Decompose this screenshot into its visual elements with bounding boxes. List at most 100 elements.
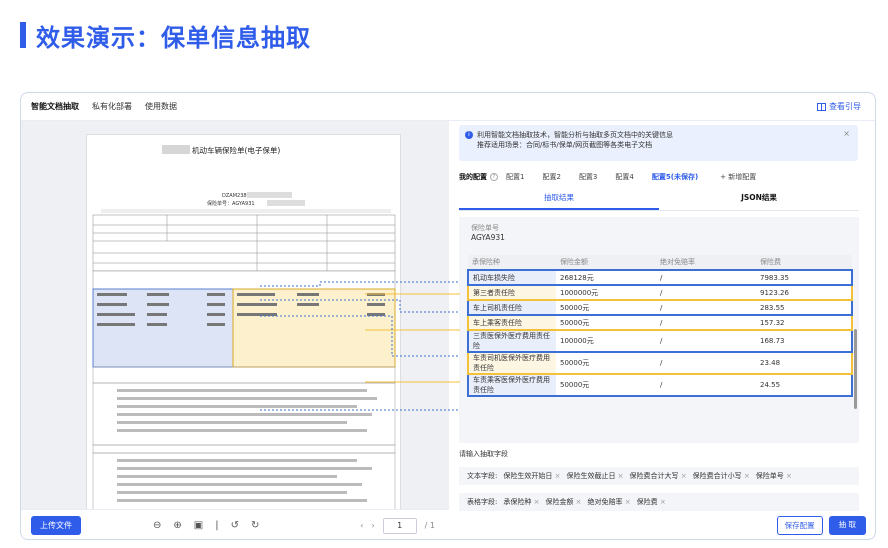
cell-amount: 100000元 — [556, 329, 656, 353]
tab-config-4[interactable]: 配置4 — [615, 172, 633, 182]
config-label: 我的配置 — [459, 173, 487, 181]
table-row: 车上乘客责任险 50000元 / 157.32 — [467, 314, 853, 331]
cell-kind: 车责乘客医保外医疗费用责任险 — [467, 373, 556, 397]
table-field-row: 表格字段: 承保险种 保险金额 绝对免赔率 保险费 — [459, 493, 859, 511]
header-accent-bar — [20, 22, 26, 48]
table-row: 三责医保外医疗费用责任险 100000元 / 168.73 — [467, 329, 853, 353]
table-row: 第三者责任险 1000000元 / 9123.26 — [467, 284, 853, 301]
page-total: / 1 — [424, 521, 435, 530]
cell-amount: 50000元 — [556, 373, 656, 397]
info-line-2: 推荐适用场景：合同/标书/保单/网页截图等各类电子文档 — [477, 141, 653, 149]
field-chip[interactable]: 承保险种 — [503, 497, 539, 507]
document-viewer: 机动车辆保险单(电子保单) DZAM2389 保险单号：AGYA931 上传文件… — [21, 121, 449, 539]
text-field-row: 文本字段: 保险生效开始日 保险生效截止日 保险费合计大写 保险费合计小写 保险… — [459, 467, 859, 485]
policy-no-label: 保险单号 — [471, 224, 499, 232]
tab-config-1[interactable]: 配置1 — [506, 172, 524, 182]
table-row: 车责乘客医保外医疗费用责任险 50000元 / 24.55 — [467, 373, 853, 397]
next-page-icon[interactable]: › — [371, 521, 374, 530]
extract-result-area: 保险单号 AGYA931 承保险种 保险金额 绝对免赔率 保险费 机动车损失险 … — [459, 217, 859, 443]
text-field-label: 文本字段: — [467, 472, 498, 480]
extract-button[interactable]: 抽 取 — [828, 516, 866, 535]
field-chip[interactable]: 保险费合计大写 — [630, 471, 687, 481]
tab-config-2[interactable]: 配置2 — [542, 172, 560, 182]
result-panel: i 利用智能文档抽取技术，智能分析与抽取多页文档中的关键信息 推荐适用场景：合同… — [455, 121, 875, 539]
cell-kind: 第三者责任险 — [467, 284, 556, 301]
col-amount: 保险金额 — [556, 255, 656, 270]
cell-kind: 三责医保外医疗费用责任险 — [467, 329, 556, 353]
col-premium: 保险费 — [756, 255, 852, 270]
scrollbar[interactable] — [854, 329, 857, 409]
policy-document-image: 机动车辆保险单(电子保单) DZAM2389 保险单号：AGYA931 — [86, 134, 401, 520]
cell-premium: 168.73 — [756, 329, 853, 353]
config-tabs: 我的配置 ? 配置1 配置2 配置3 配置4 配置5(未保存) + 新增配置 — [459, 167, 859, 187]
cell-amount: 50000元 — [556, 314, 656, 331]
cell-deductible: / — [656, 269, 756, 286]
zoom-in-icon[interactable]: ⊕ — [173, 520, 181, 531]
table-header: 承保险种 保险金额 绝对免赔率 保险费 — [468, 255, 852, 270]
action-buttons: 保存配置 抽 取 — [776, 516, 866, 535]
field-chip[interactable]: 保险生效开始日 — [503, 471, 560, 481]
field-chip[interactable]: 保险费合计小写 — [693, 471, 750, 481]
nav-item-extract[interactable]: 智能文档抽取 — [31, 101, 79, 112]
view-tools: ⊖ ⊕ ▣ | ↺ ↻ — [153, 520, 259, 531]
cell-premium: 7983.35 — [756, 269, 853, 286]
field-chip[interactable]: 保险金额 — [545, 497, 581, 507]
tab-json-result[interactable]: JSON结果 — [659, 189, 859, 210]
cell-deductible: / — [656, 314, 756, 331]
guide-link[interactable]: 查看引导 — [817, 101, 861, 112]
cell-deductible: / — [656, 351, 756, 375]
add-config-button[interactable]: + 新增配置 — [720, 172, 756, 182]
field-chip[interactable]: 保险单号 — [756, 471, 792, 481]
cell-premium: 9123.26 — [756, 284, 853, 301]
cell-deductible: / — [656, 329, 756, 353]
prev-page-icon[interactable]: ‹ — [360, 521, 363, 530]
cell-amount: 50000元 — [556, 351, 656, 375]
tab-config-3[interactable]: 配置3 — [579, 172, 597, 182]
cell-deductible: / — [656, 284, 756, 301]
nav-item-private-deploy[interactable]: 私有化部署 — [92, 101, 132, 112]
fit-page-icon[interactable]: ▣ — [194, 520, 203, 531]
book-icon — [817, 102, 826, 111]
info-line-1: 利用智能文档抽取技术，智能分析与抽取多页文档中的关键信息 — [477, 131, 673, 139]
doc-title: 机动车辆保险单(电子保单) — [192, 145, 280, 155]
page-title: 效果演示：保单信息抽取 — [36, 23, 311, 52]
fields-prompt: 请输入抽取字段 — [459, 450, 508, 458]
table-row: 车上司机责任险 50000元 / 283.55 — [467, 299, 853, 316]
tab-extract-result[interactable]: 抽取结果 — [459, 189, 659, 210]
cell-premium: 23.48 — [756, 351, 853, 375]
result-subtabs: 抽取结果 JSON结果 — [459, 189, 859, 211]
field-chip[interactable]: 保险生效截止日 — [566, 471, 623, 481]
cell-kind: 车上乘客责任险 — [467, 314, 556, 331]
app-window: 智能文档抽取 私有化部署 使用数据 查看引导 机动车辆保险单(电子保单) DZA… — [20, 92, 876, 540]
field-chip[interactable]: 保险费 — [637, 497, 666, 507]
tab-config-5[interactable]: 配置5(未保存) — [652, 172, 698, 182]
upload-button[interactable]: 上传文件 — [31, 516, 81, 535]
zoom-out-icon[interactable]: ⊖ — [153, 520, 161, 531]
top-nav: 智能文档抽取 私有化部署 使用数据 查看引导 — [21, 93, 875, 121]
rotate-left-icon[interactable]: ↺ — [231, 520, 239, 531]
close-icon[interactable]: × — [843, 129, 850, 139]
info-icon: i — [465, 131, 473, 139]
save-config-button[interactable]: 保存配置 — [776, 516, 823, 535]
doc-policy-no: 保险单号：AGYA931 — [207, 200, 255, 207]
help-icon[interactable]: ? — [490, 173, 498, 181]
field-chip[interactable]: 绝对免赔率 — [588, 497, 631, 507]
doc-code: DZAM2389 — [222, 193, 250, 199]
page-input[interactable]: 1 — [382, 517, 417, 534]
cell-kind: 机动车损失险 — [467, 269, 556, 286]
document-content: 机动车辆保险单(电子保单) DZAM2389 保险单号：AGYA931 — [92, 145, 396, 514]
table-row: 机动车损失险 268128元 / 7983.35 — [467, 269, 853, 286]
cell-amount: 268128元 — [556, 269, 656, 286]
policy-no-value: AGYA931 — [471, 233, 505, 242]
info-banner: i 利用智能文档抽取技术，智能分析与抽取多页文档中的关键信息 推荐适用场景：合同… — [459, 125, 858, 161]
cell-kind: 车责司机医保外医疗费用责任险 — [467, 351, 556, 375]
cell-amount: 50000元 — [556, 299, 656, 316]
insurance-table: 承保险种 保险金额 绝对免赔率 保险费 机动车损失险 268128元 / 798… — [467, 255, 853, 397]
cell-premium: 24.55 — [756, 373, 853, 397]
page-header: 效果演示：保单信息抽取 — [20, 20, 311, 52]
cell-deductible: / — [656, 373, 756, 397]
nav-item-usage[interactable]: 使用数据 — [145, 101, 177, 112]
cell-amount: 1000000元 — [556, 284, 656, 301]
viewer-toolbar: 上传文件 ⊖ ⊕ ▣ | ↺ ↻ ‹ › 1 / 1 — [21, 509, 449, 539]
rotate-right-icon[interactable]: ↻ — [251, 520, 259, 531]
